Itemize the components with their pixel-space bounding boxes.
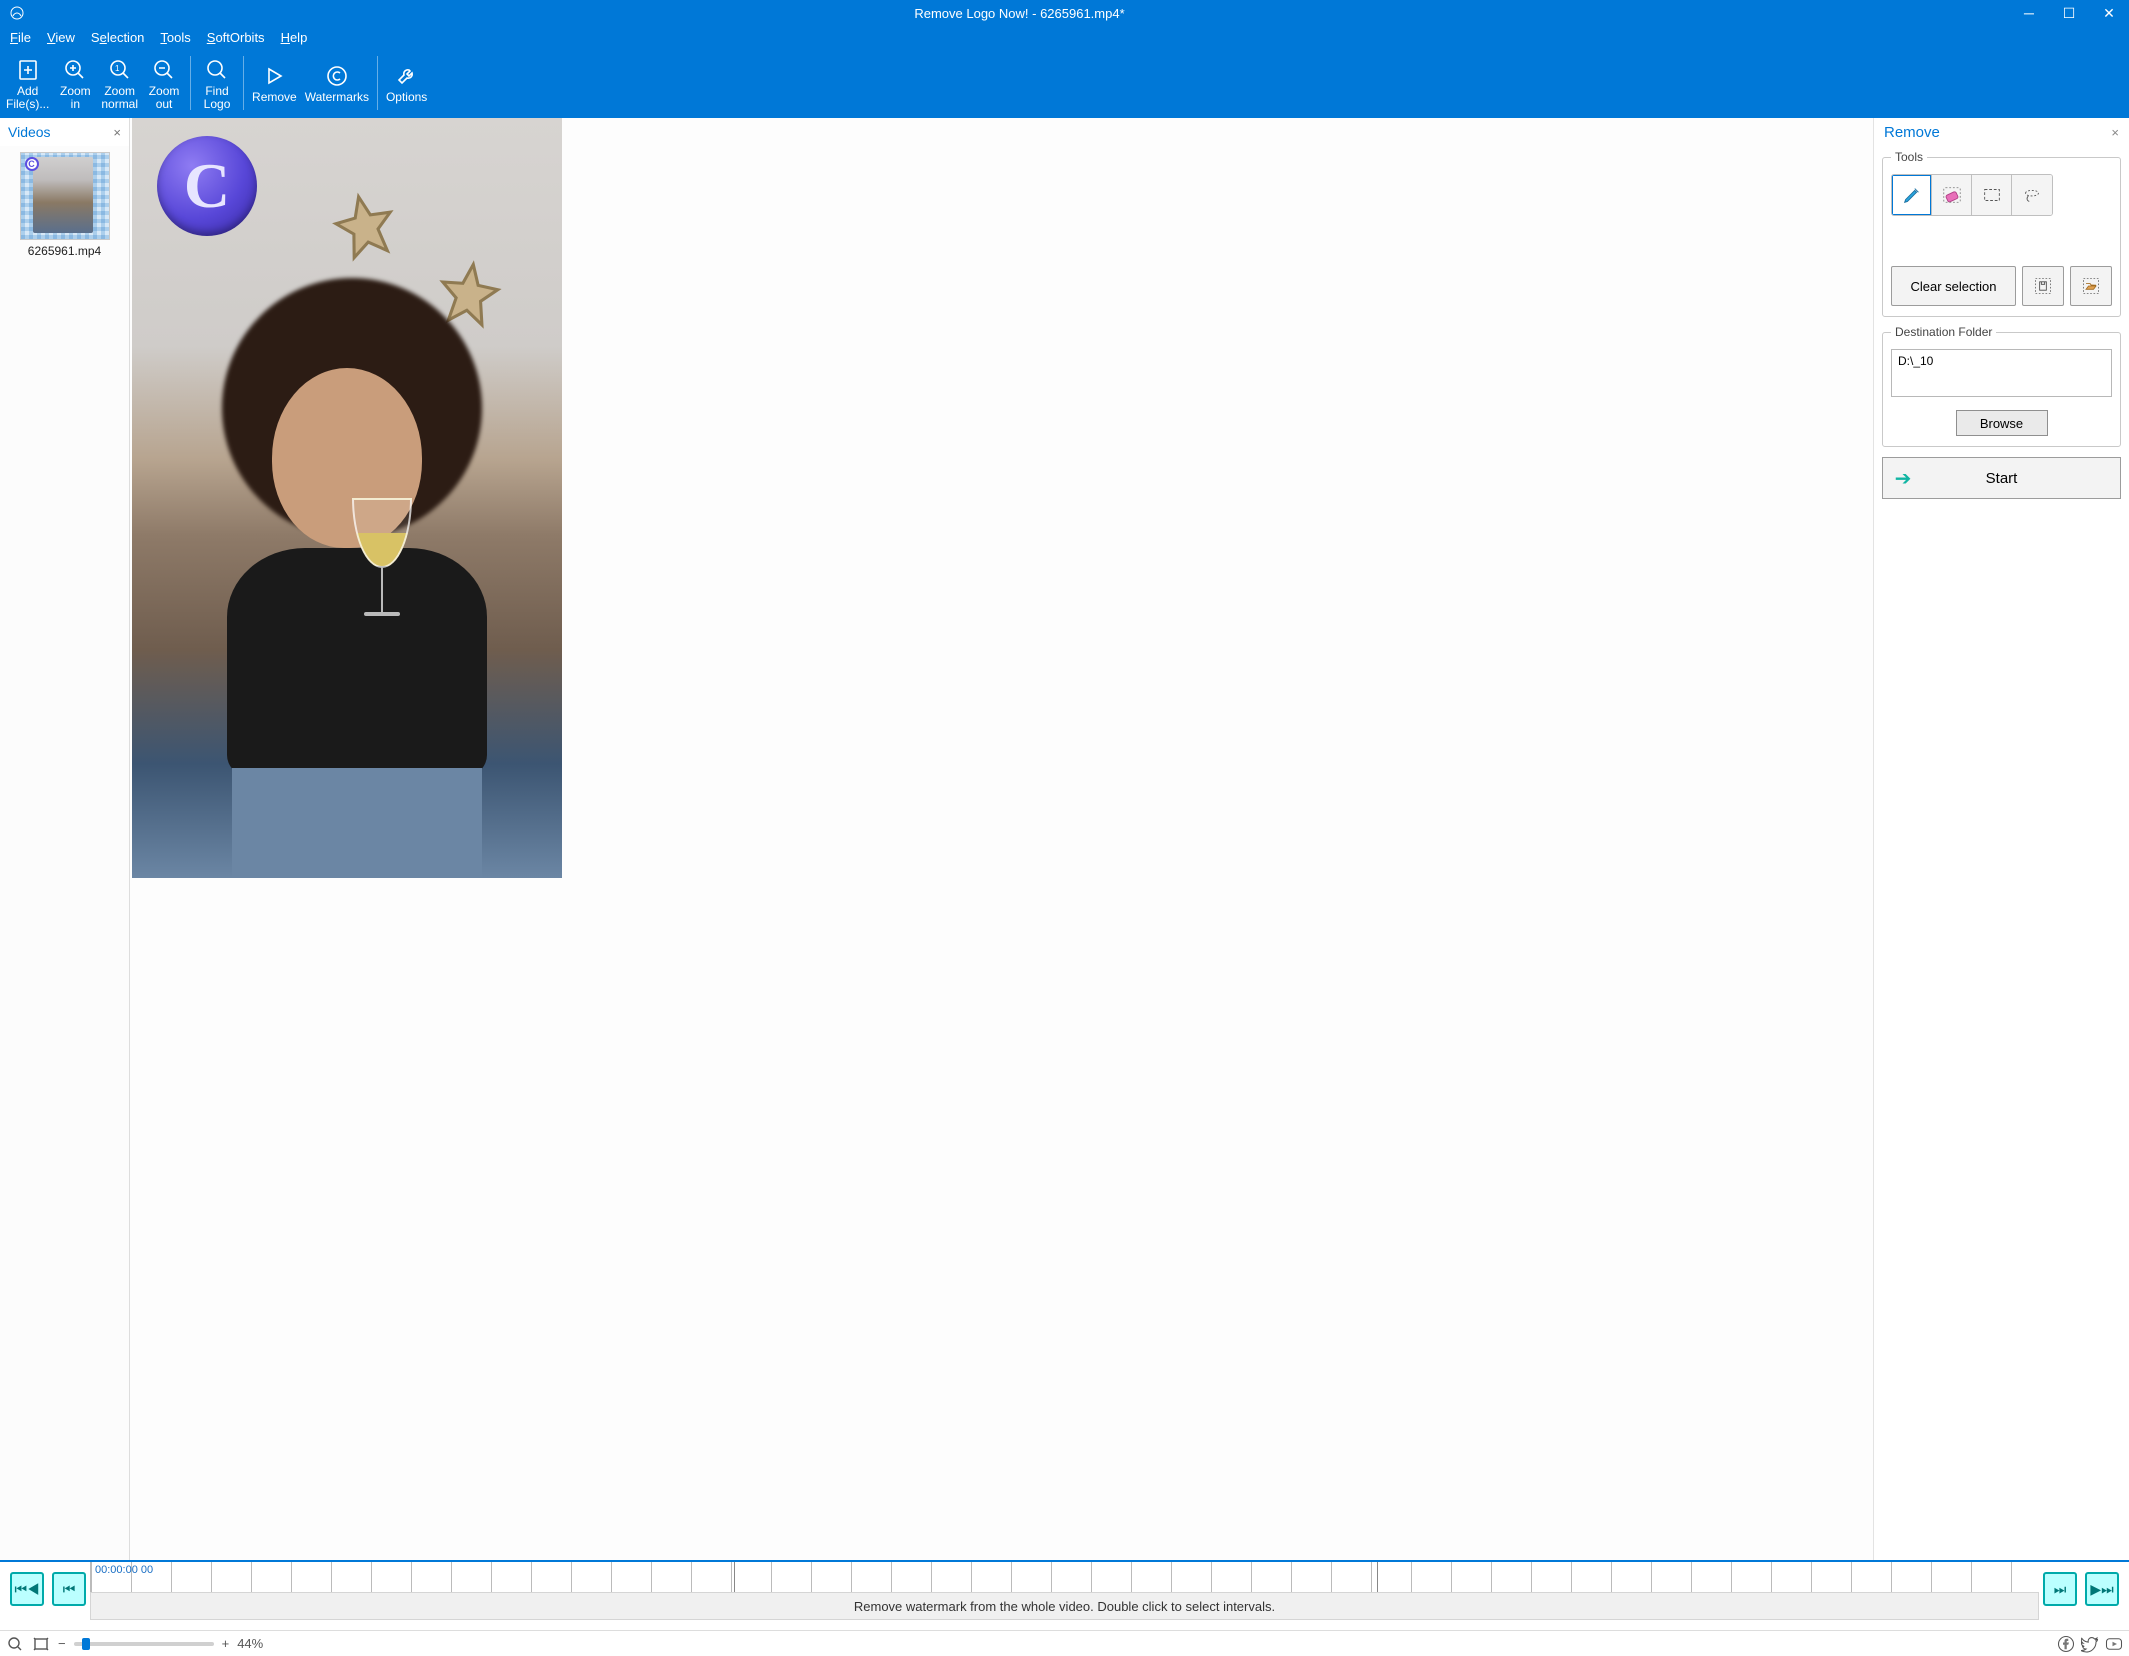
videos-panel-close[interactable]: × xyxy=(113,125,121,140)
play-icon xyxy=(262,61,286,91)
start-button[interactable]: ➔ Start xyxy=(1882,457,2121,499)
copyright-icon xyxy=(325,61,349,91)
step-back-button[interactable]: ⏮ xyxy=(52,1572,86,1606)
menu-bar: File View Selection Tools SoftOrbits Hel… xyxy=(0,26,2129,48)
timeline-ruler[interactable]: 00:00:00 00 xyxy=(90,1562,2039,1592)
zoom-slider[interactable] xyxy=(74,1642,214,1646)
minimize-button[interactable]: ─ xyxy=(2009,0,2049,26)
window-titlebar: Remove Logo Now! - 6265961.mp4* ─ ☐ ✕ xyxy=(0,0,2129,26)
skip-forward-button[interactable]: ▶⏭ xyxy=(2085,1572,2119,1606)
zoom-in-button[interactable]: Zoom in xyxy=(53,50,97,116)
timeline: ⏮◀ ⏮ 00:00:00 00 Remove watermark from t… xyxy=(0,1560,2129,1630)
destination-legend: Destination Folder xyxy=(1891,325,1996,339)
step-forward-button[interactable]: ⏭ xyxy=(2043,1572,2077,1606)
remove-panel-title: Remove xyxy=(1884,124,1940,141)
remove-button[interactable]: Remove xyxy=(248,50,301,116)
zoom-in-icon xyxy=(63,55,87,85)
twitter-icon[interactable] xyxy=(2081,1635,2099,1653)
menu-help[interactable]: Help xyxy=(281,30,308,45)
remove-panel-close[interactable]: × xyxy=(2111,125,2119,140)
destination-path-input[interactable] xyxy=(1891,349,2112,397)
zoom-out-minus[interactable]: − xyxy=(58,1636,66,1651)
fit-window-icon[interactable] xyxy=(6,1635,24,1653)
zoom-out-icon xyxy=(152,55,176,85)
lasso-tool-button[interactable] xyxy=(2012,175,2052,215)
watermarks-button[interactable]: Watermarks xyxy=(301,50,373,116)
videos-panel-title: Videos xyxy=(8,124,51,140)
timeline-hint[interactable]: Remove watermark from the whole video. D… xyxy=(90,1592,2039,1620)
save-selection-button[interactable] xyxy=(2022,266,2064,306)
star-decoration-icon xyxy=(321,183,409,271)
thumbnail-image: C xyxy=(20,152,110,240)
maximize-button[interactable]: ☐ xyxy=(2049,0,2089,26)
rectangle-select-tool-button[interactable] xyxy=(1972,175,2012,215)
menu-tools[interactable]: Tools xyxy=(160,30,190,45)
youtube-icon[interactable] xyxy=(2105,1635,2123,1653)
videos-panel: Videos × C 6265961.mp4 xyxy=(0,118,130,1560)
facebook-icon[interactable] xyxy=(2057,1635,2075,1653)
video-frame xyxy=(132,118,562,878)
timeline-timestamp: 00:00:00 00 xyxy=(95,1564,2039,1576)
eraser-tool-button[interactable] xyxy=(1932,175,1972,215)
skip-back-button[interactable]: ⏮◀ xyxy=(10,1572,44,1606)
menu-file[interactable]: File xyxy=(10,30,31,45)
zoom-normal-icon: 1 xyxy=(108,55,132,85)
preview-area[interactable] xyxy=(130,118,1873,1560)
wrench-icon xyxy=(395,61,419,91)
toolbar: Add File(s)... Zoom in 1 Zoom normal Zoo… xyxy=(0,48,2129,118)
menu-view[interactable]: View xyxy=(47,30,75,45)
remove-panel: Remove × Tools xyxy=(1873,118,2129,1560)
search-icon xyxy=(205,55,229,85)
plus-file-icon xyxy=(16,55,40,85)
watermark-logo xyxy=(157,136,257,236)
browse-button[interactable]: Browse xyxy=(1956,410,2048,436)
actual-size-icon[interactable] xyxy=(32,1635,50,1653)
tools-legend: Tools xyxy=(1891,150,1927,164)
marker-tool-button[interactable] xyxy=(1892,175,1932,215)
zoom-normal-button[interactable]: 1 Zoom normal xyxy=(97,50,142,116)
menu-selection[interactable]: Selection xyxy=(91,30,144,45)
video-thumbnail[interactable]: C 6265961.mp4 xyxy=(20,152,110,258)
menu-softorbits[interactable]: SoftOrbits xyxy=(207,30,265,45)
options-button[interactable]: Options xyxy=(382,50,431,116)
thumbnail-filename: 6265961.mp4 xyxy=(20,244,110,258)
close-button[interactable]: ✕ xyxy=(2089,0,2129,26)
svg-text:1: 1 xyxy=(115,64,120,73)
clear-selection-button[interactable]: Clear selection xyxy=(1891,266,2016,306)
load-selection-button[interactable] xyxy=(2070,266,2112,306)
add-files-button[interactable]: Add File(s)... xyxy=(2,50,53,116)
arrow-right-icon: ➔ xyxy=(1883,466,1923,491)
zoom-in-plus[interactable]: + xyxy=(222,1636,230,1651)
find-logo-button[interactable]: Find Logo xyxy=(195,50,239,116)
window-title: Remove Logo Now! - 6265961.mp4* xyxy=(30,6,2009,21)
zoom-out-button[interactable]: Zoom out xyxy=(142,50,186,116)
app-icon xyxy=(4,5,30,21)
status-bar: − + 44% xyxy=(0,1630,2129,1656)
zoom-percent: 44% xyxy=(237,1636,263,1651)
